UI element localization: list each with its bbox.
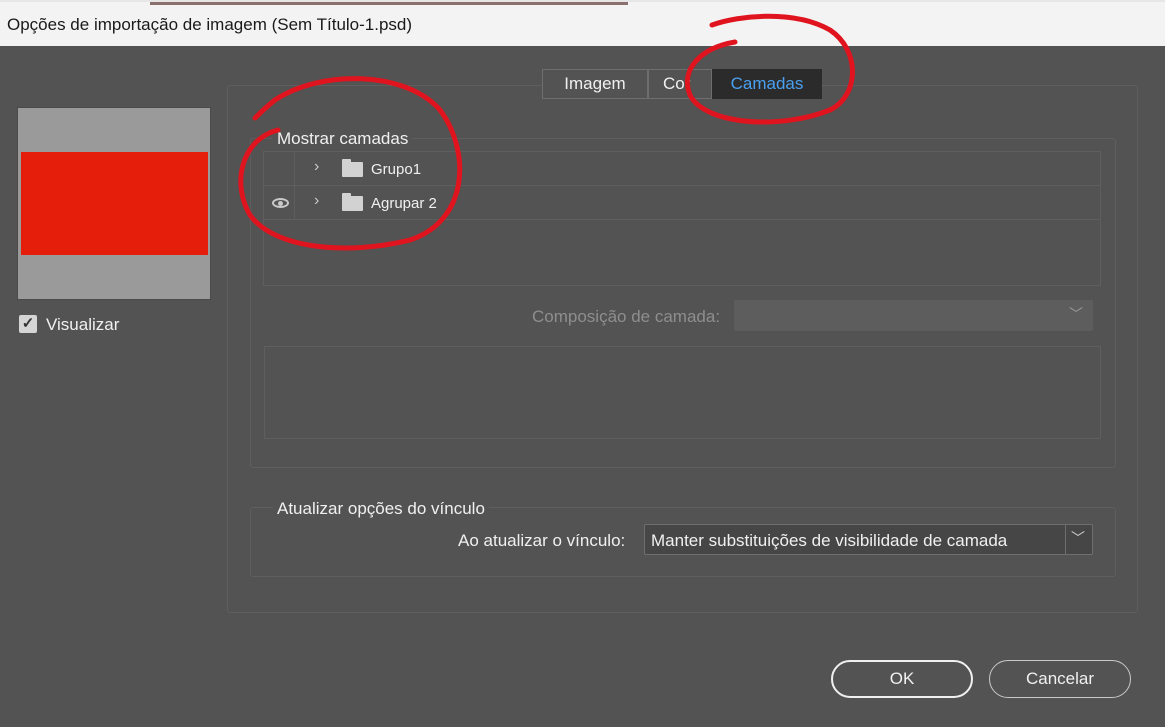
preview-checkbox[interactable]: ✓	[19, 315, 37, 333]
preview-checkbox-label[interactable]: Visualizar	[46, 315, 119, 335]
layer-name: Grupo1	[371, 161, 422, 178]
eye-icon[interactable]	[272, 198, 289, 208]
chevron-down-icon[interactable]: ﹀	[1071, 528, 1085, 548]
visibility-toggle[interactable]	[264, 186, 295, 219]
tab-bar: Imagem Cor Camadas	[542, 69, 822, 99]
link-update-select[interactable]: Manter substituições de visibilidade de …	[644, 524, 1093, 555]
chevron-down-icon: ﹀	[1069, 306, 1083, 322]
cancel-button[interactable]: Cancelar	[989, 660, 1131, 698]
window-title: Opções de importação de imagem (Sem Títu…	[7, 15, 413, 34]
preview-image	[21, 152, 208, 255]
select-divider	[1065, 525, 1066, 554]
folder-icon	[342, 159, 363, 177]
layer-comp-comment	[264, 346, 1101, 439]
layer-comp-label: Composição de camada:	[532, 307, 721, 326]
chevron-right-icon[interactable]: ›	[314, 158, 319, 176]
preview-panel	[17, 107, 211, 300]
layer-row[interactable]: › Agrupar 2	[264, 186, 1100, 220]
top-strip	[150, 2, 628, 5]
link-update-label: Ao atualizar o vínculo:	[458, 531, 626, 550]
visibility-toggle[interactable]	[264, 152, 295, 185]
layer-name: Agrupar 2	[371, 195, 437, 212]
layers-list[interactable]: › Grupo1 › Agrupar 2	[263, 151, 1101, 286]
chevron-right-icon[interactable]: ›	[314, 192, 319, 210]
folder-icon	[342, 193, 363, 211]
link-update-value: Manter substituições de visibilidade de …	[651, 531, 1008, 550]
layers-section-title: Mostrar camadas	[273, 129, 413, 149]
layer-comp-select[interactable]: ﹀	[734, 300, 1093, 331]
link-section-title: Atualizar opções do vínculo	[273, 499, 489, 519]
tab-imagem[interactable]: Imagem	[542, 69, 648, 99]
ok-button[interactable]: OK	[831, 660, 973, 698]
title-bar: Opções de importação de imagem (Sem Títu…	[0, 0, 1165, 46]
tab-camadas[interactable]: Camadas	[712, 69, 822, 99]
tab-cor[interactable]: Cor	[648, 69, 712, 99]
layer-row[interactable]: › Grupo1	[264, 152, 1100, 186]
